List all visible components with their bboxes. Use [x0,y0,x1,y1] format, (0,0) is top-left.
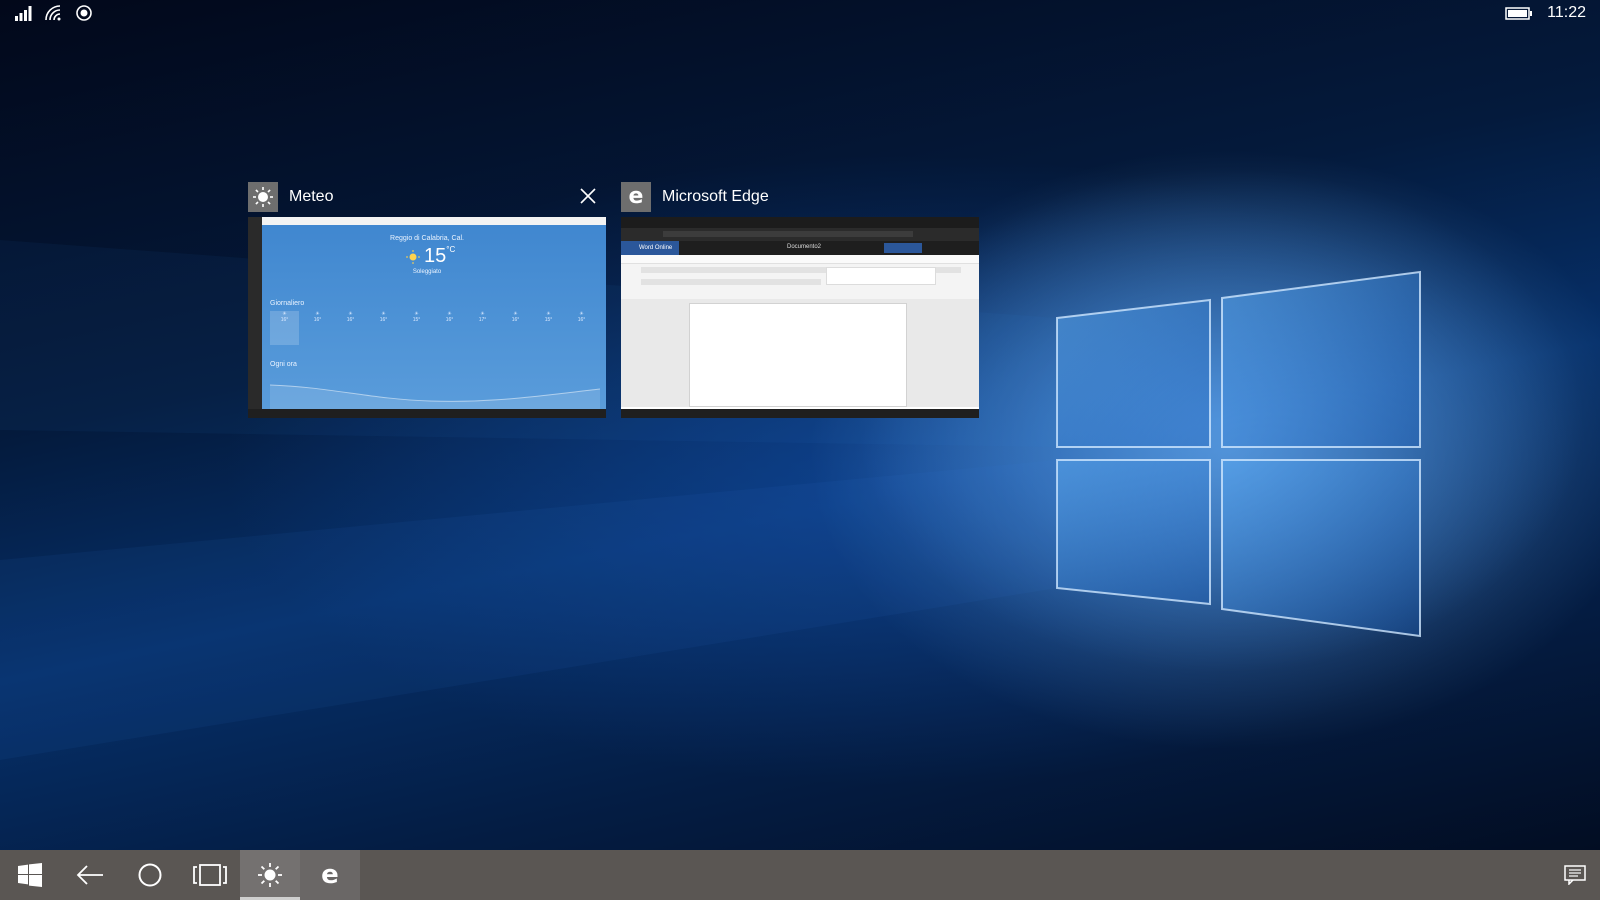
window-preview[interactable]: Reggio di Calabria, Cal. 15°C Soleggiato… [248,217,606,418]
task-view-window-meteo[interactable]: Meteo Reggio di Calabria, Cal. 15°C Sole… [248,180,606,418]
close-icon[interactable] [578,186,598,206]
preview-doc-title: Documento2 [787,244,822,250]
task-view-button[interactable] [180,850,240,900]
forecast-day: ☀ 15° [412,311,421,323]
clock: 11:22 [1547,4,1586,21]
forecast-day: ☀ 16° [379,311,388,323]
preview-city: Reggio di Calabria, Cal. [390,235,464,242]
taskbar-app-meteo[interactable] [240,850,300,900]
battery-icon [1505,7,1533,20]
back-button[interactable] [60,850,120,900]
sun-icon [258,863,282,887]
forecast-day: ☀ 16° [577,311,586,323]
edge-icon: e [321,860,339,890]
preview-daily-label: Giornaliero [270,300,305,307]
taskbar-app-edge[interactable]: e [300,850,360,900]
taskbar: e [0,850,1600,900]
preview-sun-icon [406,250,420,264]
forecast-day: ☀ 15° [544,311,553,323]
preview-temperature: 15°C [424,245,456,267]
windows-logo-icon [18,863,42,887]
preview-hourly-chart [270,384,600,409]
forecast-day: ☀ 17° [478,311,487,323]
preview-address-bar [621,228,979,241]
preview-taskbar [248,409,606,418]
forecast-day: ☀ 16° [445,311,454,323]
wallpaper-windows-logo [0,150,1600,760]
window-title: Microsoft Edge [662,188,769,205]
preview-word-header: Word Online Documento2 [621,241,979,255]
preview-condition: Soleggiato [412,269,442,275]
task-view-window-edge[interactable]: e Microsoft Edge Word Online Documento2 [621,180,979,418]
forecast-day: ☀ 16° [511,311,520,323]
window-preview[interactable]: Word Online Documento2 [621,217,979,418]
start-button[interactable] [0,850,60,900]
window-header: e Microsoft Edge [621,180,979,214]
preview-ribbon [621,255,979,300]
task-view-icon [193,864,227,886]
preview-hourly-label: Ogni ora [270,361,297,368]
preview-nav-rail [248,217,262,418]
location-icon [76,5,92,21]
preview-titlebar [248,217,606,225]
preview-document-page [689,303,907,407]
wifi-icon [45,5,61,21]
cortana-circle-icon [138,863,162,887]
signal-strength-icon [15,6,32,21]
search-button[interactable] [120,850,180,900]
preview-daily-forecast: ☀ 16° ☀ 16° ☀ 16° ☀ 16° ☀ 15° ☀ 16° ☀ 17° ☀ 16° … [270,311,596,345]
preview-app-label: Word Online [621,241,679,255]
action-center-icon [1564,865,1586,885]
back-arrow-icon [76,865,103,885]
forecast-day: ☀ 16° [346,311,355,323]
edge-icon: e [621,182,651,212]
sun-icon [248,182,278,212]
forecast-day: ☀ 16° [270,311,299,345]
preview-browser-tabs [621,217,979,228]
window-title: Meteo [289,188,334,205]
forecast-day: ☀ 16° [313,311,322,323]
status-bar: 11:22 [0,0,1600,28]
window-header: Meteo [248,180,606,214]
preview-document-canvas [621,299,979,407]
preview-taskbar [621,409,979,418]
action-center-button[interactable] [1550,850,1600,900]
